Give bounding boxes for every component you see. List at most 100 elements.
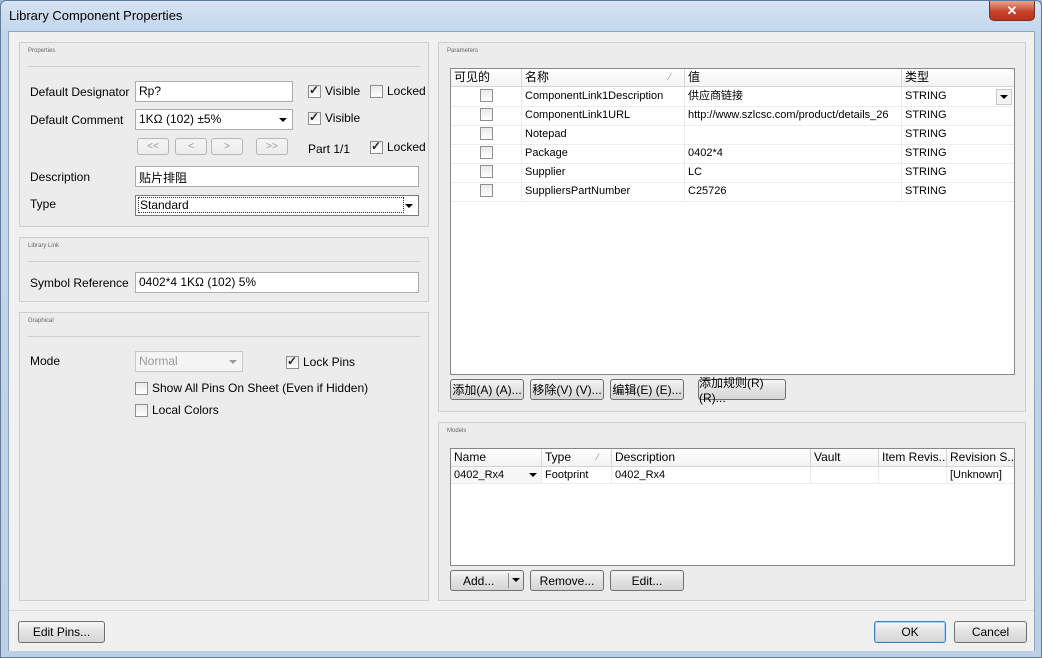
column-header-value[interactable]: 值 [685,69,902,86]
default-designator-input[interactable]: Rp? [135,81,293,102]
column-header-type[interactable]: 类型 [902,69,1014,86]
parameter-value-cell [685,125,902,144]
parameter-visible-checkbox[interactable] [480,184,493,197]
parameter-row[interactable]: Supplier LC STRING [451,163,1014,183]
first-part-button[interactable]: << [137,138,169,155]
parameter-value-cell: 供应商链接 [685,87,902,106]
column-header-item-revision[interactable]: Item Revis... [879,449,947,466]
add-rule-button[interactable]: 添加规则(R) (R)... [698,376,786,405]
default-comment-combo[interactable]: 1KΩ (102) ±5% [135,109,293,130]
type-value: Standard [138,197,404,213]
parameter-value-cell: LC [685,163,902,182]
properties-group-title: Properties [28,48,56,54]
parameter-name-cell: ComponentLink1Description [522,87,685,106]
add-model-label: Add... [463,573,495,588]
add-model-button[interactable]: Add... [450,570,524,591]
edit-pins-button[interactable]: Edit Pins... [18,621,105,643]
parameter-row[interactable]: SuppliersPartNumber C25726 STRING [451,182,1014,202]
library-link-group-title: Library Link [28,243,60,249]
column-header-visible[interactable]: 可见的 [451,69,522,86]
model-vault-cell [811,467,879,483]
parameter-row[interactable]: ComponentLink1Description 供应商链接 STRING [451,87,1014,107]
title-bar: Library Component Properties ✕ [1,1,1041,31]
type-dropdown-button[interactable] [996,89,1012,105]
type-combo[interactable]: Standard [135,195,419,216]
cancel-button[interactable]: Cancel [954,621,1027,643]
model-description-cell: 0402_Rx4 [612,467,811,483]
lock-pins-checkbox[interactable]: Lock Pins [286,354,355,369]
parameter-visible-checkbox[interactable] [480,165,493,178]
parameter-type-cell: STRING [905,109,947,121]
column-header-model-description[interactable]: Description [612,449,811,466]
column-header-model-name[interactable]: Name [451,449,542,466]
parameter-visible-checkbox[interactable] [480,108,493,121]
part-indicator: Part 1/1 [308,142,351,156]
model-name-cell: 0402_Rx4 [451,467,542,483]
checkbox-label: Visible [325,111,361,125]
parameter-visible-cell [451,163,522,182]
column-header-revision-state[interactable]: Revision S... [947,449,1014,466]
show-all-pins-checkbox[interactable]: Show All Pins On Sheet (Even if Hidden) [135,381,368,395]
column-header-model-type[interactable]: Type ⁄ [542,449,612,466]
checkbox-box [370,84,383,98]
close-button[interactable]: ✕ [989,1,1035,21]
parameter-row[interactable]: Notepad STRING [451,125,1014,145]
parameter-visible-cell [451,144,522,163]
parameter-type-cell: STRING [905,185,947,197]
parameter-name-cell: Supplier [522,163,685,182]
local-colors-checkbox[interactable]: Local Colors [135,403,219,417]
dialog-window: Library Component Properties ✕ Propertie… [0,0,1042,658]
remove-parameter-button[interactable]: 移除(V) (V)... [530,379,604,400]
parameter-name-cell: Package [522,144,685,163]
model-type-cell: Footprint [542,467,612,483]
chevron-down-icon [279,118,287,122]
column-header-vault[interactable]: Vault [811,449,879,466]
chevron-down-icon[interactable] [512,578,520,582]
parameter-name-cell: Notepad [522,125,685,144]
close-icon: ✕ [1006,2,1018,18]
parameter-visible-checkbox[interactable] [480,127,493,140]
model-type-text: Footprint [545,469,589,481]
next-part-button[interactable]: > [211,138,243,155]
prev-part-button[interactable]: < [175,138,207,155]
models-grid-header: Name Type ⁄ Description Vault Item Revis.… [451,449,1014,467]
mode-combo[interactable]: Normal [135,351,243,372]
comment-visible-checkbox[interactable]: Visible [308,110,361,125]
parameter-visible-cell [451,106,522,125]
checkbox-box [286,354,299,369]
description-input[interactable]: 贴片排阻 [135,166,419,187]
parameter-visible-checkbox[interactable] [480,146,493,159]
checkbox-label: Visible [325,84,361,98]
chevron-down-icon[interactable] [529,473,537,477]
part-locked-checkbox[interactable]: Locked [370,139,426,154]
parameter-row[interactable]: ComponentLink1URL http://www.szlcsc.com/p… [451,106,1014,126]
default-designator-label: Default Designator [30,85,130,99]
checkbox-box [135,403,148,417]
edit-parameter-button[interactable]: 编辑(E) (E)... [610,379,684,400]
parameter-row[interactable]: Package 0402*4 STRING [451,144,1014,164]
designator-visible-checkbox[interactable]: Visible [308,83,361,98]
models-group-title: Models [447,428,467,434]
dialog-client: Properties Default Designator Rp? Visibl… [8,31,1035,651]
parameters-group-title: Parameters [447,48,479,54]
sort-icon: ⁄ [669,72,671,82]
designator-locked-checkbox[interactable]: Locked [370,84,426,98]
dialog-footer: Edit Pins... OK Cancel [9,610,1034,651]
parameter-value-cell: http://www.szlcsc.com/product/details_26 [685,106,902,125]
parameter-type-cell: STRING [905,128,947,140]
column-header-name[interactable]: 名称 ⁄ [522,69,685,86]
ok-button[interactable]: OK [874,621,946,643]
model-item-revision-cell [879,467,947,483]
last-part-button[interactable]: >> [256,138,288,155]
remove-model-button[interactable]: Remove... [530,570,604,591]
models-grid[interactable]: Name Type ⁄ Description Vault Item Revis.… [450,448,1015,566]
model-row[interactable]: 0402_Rx4 Footprint 0402_Rx4 [Unknown] [451,467,1014,484]
edit-model-button[interactable]: Edit... [610,570,684,591]
column-header-model-type-label: Type [545,450,572,464]
parameter-value-cell: 0402*4 [685,144,902,163]
model-name-text: 0402_Rx4 [454,469,505,481]
add-parameter-button[interactable]: 添加(A) (A)... [450,379,524,400]
parameters-grid[interactable]: 可见的 名称 ⁄ 值 类型 ComponentLink1Description 供应… [450,68,1015,375]
symbol-reference-input[interactable]: 0402*4 1KΩ (102) 5% [135,272,419,293]
parameter-visible-checkbox[interactable] [480,89,493,102]
